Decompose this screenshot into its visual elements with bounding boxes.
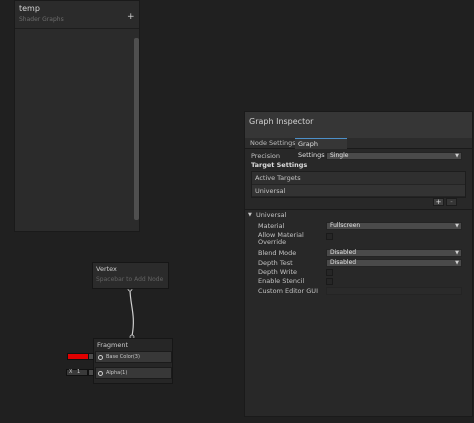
- remove-target-button[interactable]: -: [446, 198, 457, 206]
- tab-graph-settings[interactable]: Graph Settings: [295, 138, 347, 159]
- inspector-title: Graph Inspector: [249, 117, 314, 126]
- target-name: Universal: [255, 187, 286, 195]
- divider: [15, 28, 139, 29]
- precision-dropdown[interactable]: Single ▼: [326, 152, 462, 160]
- blackboard-subtitle: Shader Graphs: [19, 16, 64, 23]
- inspector-header: Graph Inspector: [245, 112, 472, 138]
- inspector-tabs: Node Settings Graph Settings: [245, 138, 472, 159]
- alpha-axis-label: X: [69, 369, 73, 375]
- custom-editor-label: Custom Editor GUI: [258, 287, 318, 295]
- material-value: Fullscreen: [330, 222, 361, 229]
- chevron-down-icon: ▼: [455, 260, 459, 266]
- blend-mode-dropdown[interactable]: Disabled ▼: [326, 249, 462, 257]
- alpha-connector-icon: [88, 369, 94, 376]
- color-connector-icon: [88, 353, 94, 360]
- active-targets-label: Active Targets: [255, 174, 301, 182]
- base-color-label: Base Color(3): [106, 354, 140, 360]
- blackboard-title: temp: [19, 4, 40, 13]
- divider: [245, 209, 472, 210]
- alpha-value-field[interactable]: X 1: [66, 369, 88, 376]
- depth-test-dropdown[interactable]: Disabled ▼: [326, 259, 462, 267]
- chevron-down-icon: ▼: [455, 250, 459, 256]
- tab-node-settings[interactable]: Node Settings: [247, 138, 299, 149]
- base-color-swatch[interactable]: [67, 353, 89, 360]
- vertex-node[interactable]: Vertex Spacebar to Add Node: [92, 262, 169, 289]
- enable-stencil-label: Enable Stencil: [258, 277, 305, 285]
- input-port-icon[interactable]: [98, 371, 103, 376]
- vertex-node-hint: Spacebar to Add Node: [96, 276, 164, 283]
- fragment-node[interactable]: Fragment Base Color(3) Alpha(1): [93, 338, 173, 384]
- enable-stencil-checkbox[interactable]: [326, 278, 333, 285]
- blackboard-panel: temp Shader Graphs +: [14, 0, 140, 232]
- chevron-down-icon: ▼: [455, 153, 459, 159]
- active-targets-header: Active Targets: [252, 172, 465, 184]
- add-property-button[interactable]: +: [127, 13, 135, 22]
- precision-value: Single: [330, 152, 349, 159]
- chevron-down-icon: ▼: [455, 223, 459, 229]
- blackboard-scrollbar[interactable]: [134, 38, 139, 220]
- depth-write-label: Depth Write: [258, 268, 298, 276]
- base-color-block[interactable]: Base Color(3): [95, 351, 172, 363]
- fragment-node-title: Fragment: [97, 341, 129, 349]
- blend-mode-value: Disabled: [330, 249, 357, 256]
- depth-test-label: Depth Test: [258, 259, 293, 267]
- alpha-label: Alpha(1): [106, 370, 128, 376]
- graph-inspector-panel: Graph Inspector Node Settings Graph Sett…: [244, 111, 473, 417]
- custom-editor-input[interactable]: [326, 287, 462, 295]
- allow-override-checkbox[interactable]: [326, 233, 333, 240]
- active-targets-list: Active Targets Universal: [251, 171, 466, 198]
- input-port-icon[interactable]: [98, 355, 103, 360]
- allow-override-label-line2: Override: [258, 238, 287, 246]
- depth-test-value: Disabled: [330, 259, 357, 266]
- foldout-arrow-icon[interactable]: ▼: [248, 211, 252, 219]
- target-settings-heading: Target Settings: [251, 161, 308, 169]
- list-item[interactable]: Universal: [252, 185, 465, 196]
- material-label: Material: [258, 222, 285, 230]
- blend-mode-label: Blend Mode: [258, 249, 297, 257]
- vertex-node-title: Vertex: [96, 265, 117, 273]
- depth-write-checkbox[interactable]: [326, 269, 333, 276]
- alpha-block[interactable]: Alpha(1): [95, 367, 172, 379]
- add-target-button[interactable]: +: [433, 198, 444, 206]
- alpha-value: 1: [77, 369, 81, 375]
- precision-label: Precision: [251, 152, 281, 160]
- material-dropdown[interactable]: Fullscreen ▼: [326, 222, 462, 230]
- section-title-universal: Universal: [256, 211, 287, 219]
